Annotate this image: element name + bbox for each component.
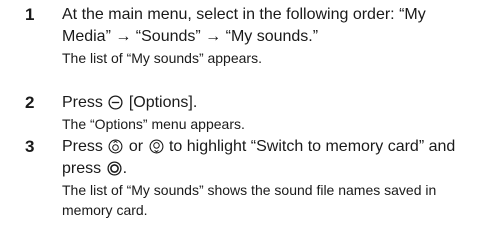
instruction-text: Press [62,94,103,111]
step-instruction: Press or to highlight “Switch to memory … [62,136,472,180]
step-number: 1 [25,5,35,24]
step-number: 2 [25,93,35,112]
down-key-icon [149,139,164,154]
step-content: Press or to highlight “Switch to memory … [62,136,472,220]
step-instruction: Press [Options]. [62,92,472,114]
step-content: Press [Options]. The “Options” menu appe… [62,92,472,134]
step-instruction: At the main menu, select in the followin… [62,6,426,45]
step-result: The “Options” menu appears. [62,116,245,132]
instruction-text: Press [62,138,103,155]
minus-circle-icon [108,95,123,110]
instruction-steps: 1 At the main menu, select in the follow… [0,0,481,240]
step-content: At the main menu, select in the followin… [62,4,472,68]
up-key-icon [108,139,123,154]
step-number: 3 [25,137,35,156]
instruction-text: or [128,138,144,155]
step-result: The list of “My sounds” appears. [62,50,262,66]
instruction-text: [Options]. [128,94,198,111]
step-result: The list of “My sounds” shows the sound … [62,182,437,218]
instruction-text: . [122,160,128,177]
center-key-icon [107,161,122,176]
